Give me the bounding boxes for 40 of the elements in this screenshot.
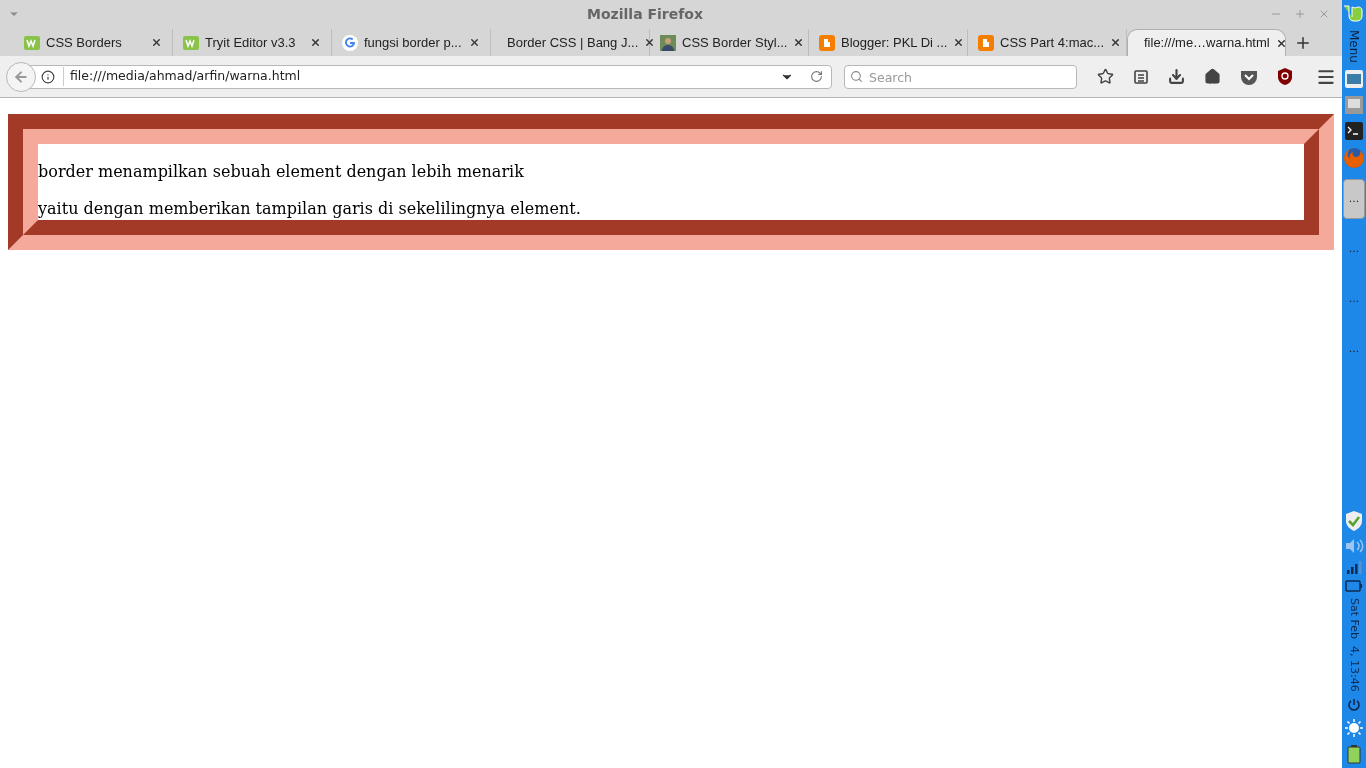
power-icon[interactable]: [1347, 698, 1361, 712]
close-tab-icon[interactable]: [953, 37, 965, 48]
close-tab-icon[interactable]: [644, 37, 656, 48]
info-icon[interactable]: [41, 69, 55, 84]
battery-icon[interactable]: [1345, 580, 1363, 593]
taskbar-window-button[interactable]: ...: [1343, 328, 1365, 369]
taskbar-window-button[interactable]: ...: [1343, 178, 1365, 219]
search-field[interactable]: Search: [844, 65, 1077, 89]
close-tab-icon[interactable]: [1110, 37, 1122, 48]
pocket-icon[interactable]: [1240, 68, 1258, 85]
paragraph: yaitu dengan memberikan tampilan garis di sekelilingnya element.: [38, 198, 582, 219]
menu-label[interactable]: Menu: [1345, 30, 1363, 63]
shield-check-icon[interactable]: [1344, 510, 1364, 533]
new-tab-icon[interactable]: [1294, 34, 1312, 52]
clock[interactable]: Sat Feb 4, 13:46: [1345, 598, 1363, 692]
download-icon[interactable]: [1168, 68, 1185, 85]
window-title: Mozilla Firefox: [587, 4, 703, 24]
close-tab-icon[interactable]: [1275, 37, 1287, 49]
brightness-icon[interactable]: [1344, 718, 1364, 738]
computer-icon[interactable]: [1344, 94, 1364, 115]
shield-icon[interactable]: [1277, 68, 1293, 85]
show-desktop-icon[interactable]: [1344, 68, 1364, 89]
bookmark-star-icon[interactable]: [1097, 68, 1114, 85]
search-icon: [850, 69, 863, 83]
close-tab-icon[interactable]: [469, 37, 480, 48]
paragraph: border menampilkan sebuah element dengan lebih menarik: [38, 161, 525, 182]
power-battery-icon[interactable]: [1347, 744, 1361, 764]
browser-tab[interactable]: file:///me…warna.html: [1127, 29, 1286, 56]
home-icon[interactable]: [1204, 68, 1221, 85]
close-tab-icon[interactable]: [151, 37, 162, 48]
close-tab-icon[interactable]: [793, 37, 805, 48]
avatar-icon: [660, 34, 676, 51]
terminal-icon[interactable]: [1344, 120, 1364, 141]
taskbar-window-button[interactable]: ...: [1343, 278, 1365, 319]
signal-bars-icon[interactable]: [1346, 560, 1362, 575]
reload-icon[interactable]: [810, 70, 823, 83]
taskbar-window-button[interactable]: ...: [1343, 228, 1365, 269]
back-button[interactable]: [6, 61, 36, 92]
reading-list-icon[interactable]: [1133, 68, 1149, 85]
close-tab-icon[interactable]: [310, 37, 321, 48]
